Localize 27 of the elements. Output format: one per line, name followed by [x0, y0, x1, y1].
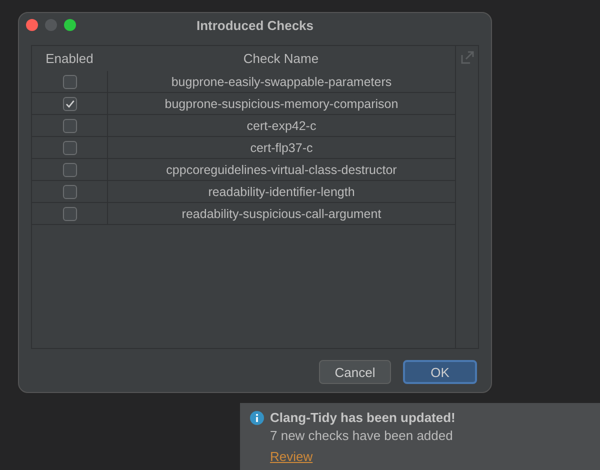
notification-title: Clang-Tidy has been updated! [270, 410, 456, 425]
table-cell-text: bugprone-suspicious-memory-comparison [164, 96, 400, 113]
column-header[interactable]: Enabled [32, 46, 107, 71]
maximize-icon[interactable] [64, 19, 76, 31]
checkbox[interactable] [62, 162, 76, 176]
window-title: Introduced Checks [196, 18, 314, 32]
checkbox[interactable] [62, 118, 76, 132]
table-cell-text: cppcoreguidelines-virtual-class-destructor [165, 162, 398, 179]
cancel-button[interactable]: Cancel [319, 360, 391, 384]
minimize-icon[interactable] [45, 19, 57, 31]
table-cell-text: readability-identifier-length [207, 184, 356, 201]
table-cell-text: cert-exp42-c [246, 118, 318, 135]
column-header[interactable]: Check Name [107, 46, 455, 71]
checkbox[interactable] [62, 96, 76, 110]
table-cell-text: bugprone-easily-swappable-parameters [170, 74, 393, 91]
expand-icon[interactable] [460, 51, 474, 64]
notification-message: 7 new checks have been added [270, 428, 454, 443]
close-icon[interactable] [26, 19, 38, 31]
checkbox[interactable] [62, 140, 76, 154]
review-link[interactable]: Review [270, 449, 313, 464]
table-cell-text: cert-flp37-c [249, 140, 314, 157]
table-cell-text: readability-suspicious-call-argument [180, 206, 382, 223]
info-icon [250, 411, 264, 425]
checkbox[interactable] [62, 206, 76, 220]
ok-button[interactable]: OK [403, 360, 477, 384]
checkbox[interactable] [62, 74, 76, 88]
checkbox[interactable] [62, 184, 76, 198]
